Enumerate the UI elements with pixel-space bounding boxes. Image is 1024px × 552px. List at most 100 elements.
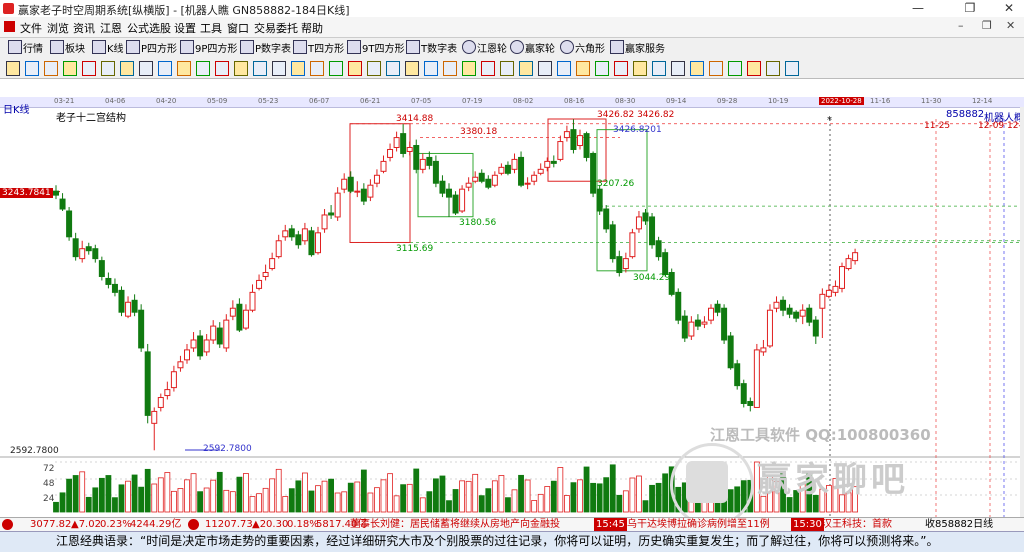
- drawing-tool-icon[interactable]: [367, 61, 381, 76]
- drawing-tool-icon[interactable]: [633, 61, 647, 76]
- right-scrollbar[interactable]: [1020, 107, 1024, 517]
- volume-bar: [491, 480, 498, 513]
- toolbar-hexagon-button[interactable]: 六角形: [560, 40, 605, 56]
- drawing-tool-icon[interactable]: [557, 61, 571, 76]
- toolbar-t-number-button[interactable]: T数字表: [406, 40, 457, 56]
- news-item-1[interactable]: 董事长刘健：居民储蓄将继续从房地产向金融投: [350, 518, 560, 532]
- drawing-tool-icon[interactable]: [766, 61, 780, 76]
- drawing-tool-icon[interactable]: [196, 61, 210, 76]
- drawing-tool-icon[interactable]: [785, 61, 799, 76]
- candle-body: [485, 178, 492, 188]
- minimize-button[interactable]: —: [903, 0, 933, 17]
- drawing-tool-icon[interactable]: [101, 61, 115, 76]
- mdi-restore-button[interactable]: ❐: [982, 19, 992, 32]
- drawing-tool-icon[interactable]: [63, 61, 77, 76]
- volume-bar: [85, 496, 92, 513]
- status-bar: 3077.82 ▲7.02 0.23% 4244.29亿 11207.73 ▲2…: [0, 517, 1024, 532]
- drawing-tool-icon[interactable]: [671, 61, 685, 76]
- candle-body: [203, 339, 210, 353]
- menu-tools[interactable]: 工具: [200, 20, 222, 36]
- menu-settings[interactable]: 设置: [174, 20, 196, 36]
- toolbar-gann-wheel-button[interactable]: 江恩轮: [462, 40, 507, 56]
- drawing-tool-icon[interactable]: [652, 61, 666, 76]
- toolbar-sector-button[interactable]: 板块: [50, 40, 85, 56]
- toolbar-t-square-button[interactable]: T四方形: [293, 40, 344, 56]
- drawing-tool-icon[interactable]: [690, 61, 704, 76]
- candle-body: [806, 307, 813, 323]
- drawing-tool-icon[interactable]: [234, 61, 248, 76]
- drawing-tool-icon[interactable]: [728, 61, 742, 76]
- volume-bar: [662, 473, 669, 513]
- candle-body: [734, 363, 741, 387]
- drawing-tool-icon[interactable]: [519, 61, 533, 76]
- volume-bar: [308, 490, 315, 513]
- candle-body: [341, 178, 348, 190]
- menu-browse[interactable]: 浏览: [47, 20, 69, 36]
- menu-formula-select[interactable]: 公式选股: [127, 20, 171, 36]
- drawing-tool-icon[interactable]: [576, 61, 590, 76]
- winner-service-icon: [610, 40, 624, 54]
- drawing-tool-icon[interactable]: [158, 61, 172, 76]
- candle-body: [131, 299, 138, 313]
- menu-info[interactable]: 资讯: [73, 20, 95, 36]
- volume-bar: [190, 473, 197, 513]
- drawing-tool-icon[interactable]: [481, 61, 495, 76]
- drawing-tool-icon[interactable]: [709, 61, 723, 76]
- drawing-tool-icon[interactable]: [747, 61, 761, 76]
- drawing-tool-icon[interactable]: [329, 61, 343, 76]
- toolbar-kline-button[interactable]: K线: [92, 40, 124, 56]
- news-item-2[interactable]: 乌干达埃博拉确诊病例增至11例: [627, 518, 770, 532]
- drawing-tool-icon[interactable]: [405, 61, 419, 76]
- toolbar-9t-square-button[interactable]: 9T四方形: [347, 40, 404, 56]
- drawing-tool-icon[interactable]: [538, 61, 552, 76]
- volume-bar: [92, 487, 99, 513]
- drawing-tool-icon[interactable]: [215, 61, 229, 76]
- drawing-tool-icon[interactable]: [386, 61, 400, 76]
- mdi-close-button[interactable]: ✕: [1006, 19, 1015, 32]
- drawing-tool-icon[interactable]: [25, 61, 39, 76]
- drawing-tool-icon[interactable]: [614, 61, 628, 76]
- low-label: 2592.7800: [203, 444, 252, 454]
- drawing-tool-icon[interactable]: [82, 61, 96, 76]
- drawing-tool-icon[interactable]: [500, 61, 514, 76]
- drawing-tool-icon[interactable]: [6, 61, 20, 76]
- p-number-icon: [240, 40, 254, 54]
- menu-gann[interactable]: 江恩: [100, 20, 122, 36]
- toolbar-p-number-button[interactable]: P数字表: [240, 40, 291, 56]
- drawing-tool-icon[interactable]: [348, 61, 362, 76]
- menu-window[interactable]: 窗口: [227, 20, 249, 36]
- drawing-tool-icon[interactable]: [424, 61, 438, 76]
- candle-body: [812, 319, 819, 337]
- close-button[interactable]: ✕: [994, 0, 1024, 17]
- menu-help[interactable]: 帮助: [301, 20, 323, 36]
- candle-body: [282, 230, 289, 238]
- toolbar-p-square-button[interactable]: P四方形: [126, 40, 177, 56]
- drawing-tool-icon[interactable]: [595, 61, 609, 76]
- drawing-tool-icon[interactable]: [462, 61, 476, 76]
- volume-bar: [131, 474, 138, 513]
- drawing-tool-icon[interactable]: [443, 61, 457, 76]
- drawing-tool-icon[interactable]: [177, 61, 191, 76]
- mdi-minimize-button[interactable]: –: [958, 19, 964, 32]
- toolbar-9p-square-button[interactable]: 9P四方形: [180, 40, 237, 56]
- drawing-tool-icon[interactable]: [44, 61, 58, 76]
- volume-bar: [125, 480, 131, 513]
- title-bar: 赢家老子时空周期系统[纵横版] - [机器人瞧 GN858882-184日K线]…: [0, 0, 1024, 18]
- toolbar-quote-button[interactable]: 行情: [8, 40, 43, 56]
- toolbar-winner-wheel-button[interactable]: 赢家轮: [510, 40, 555, 56]
- menu-file[interactable]: 文件: [20, 20, 42, 36]
- drawing-tool-icon[interactable]: [291, 61, 305, 76]
- volume-bar: [243, 473, 249, 513]
- candle-body: [223, 319, 230, 349]
- candle-body: [609, 224, 616, 260]
- drawing-tool-icon[interactable]: [310, 61, 324, 76]
- toolbar-winner-service-button[interactable]: 赢家服务: [610, 40, 665, 56]
- drawing-tool-icon[interactable]: [272, 61, 286, 76]
- drawing-tool-icon[interactable]: [253, 61, 267, 76]
- drawing-tool-icon[interactable]: [139, 61, 153, 76]
- drawing-tool-icon[interactable]: [120, 61, 134, 76]
- menu-trade[interactable]: 交易委托: [254, 20, 298, 36]
- maximize-button[interactable]: ❐: [955, 0, 985, 17]
- label-3207: 3207.26: [597, 179, 635, 189]
- news-item-3[interactable]: 汉王科技：首款: [822, 518, 892, 532]
